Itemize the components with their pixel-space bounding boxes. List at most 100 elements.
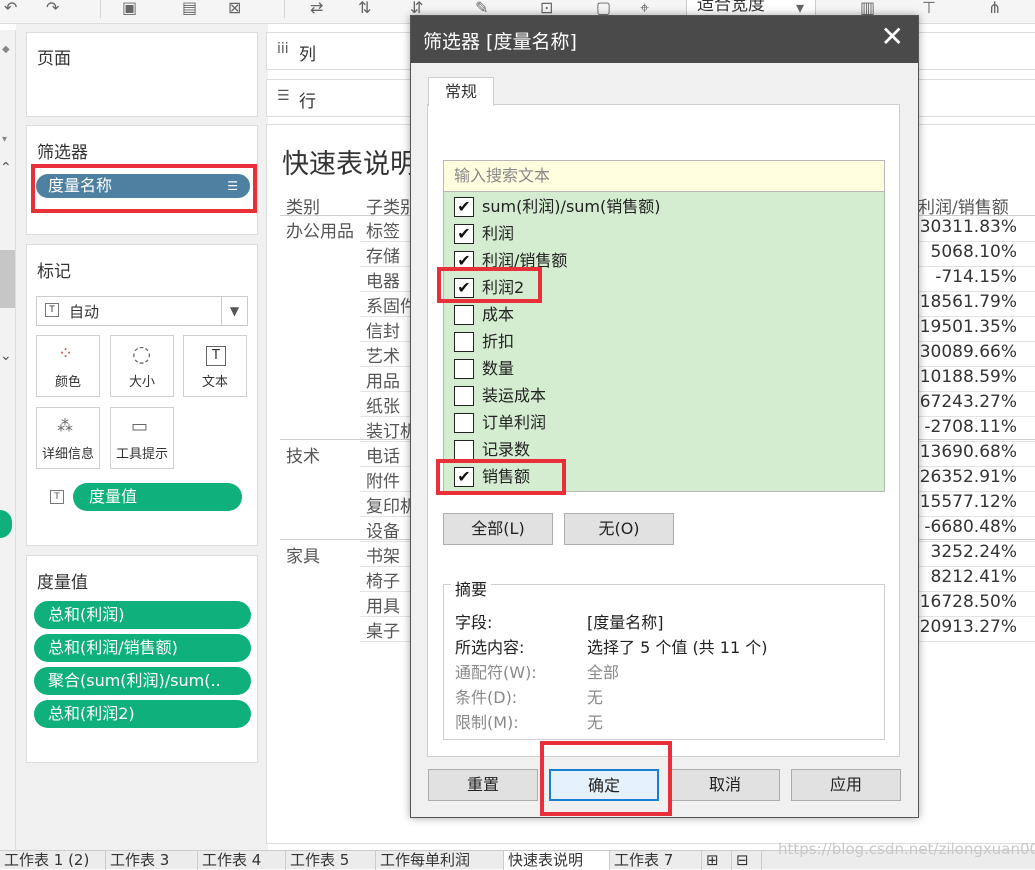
- new-dashboard-icon[interactable]: ⊟: [732, 851, 762, 870]
- redo-icon[interactable]: ↷: [46, 0, 59, 22]
- subcategory-cell: 桌子: [366, 622, 400, 642]
- highlight-box-sales: [436, 459, 566, 495]
- checkbox[interactable]: [454, 332, 474, 352]
- filter-item-label: 折扣: [482, 332, 515, 351]
- filter-value-list: ✔ sum(利润)/sum(销售额) ✔ 利润 ✔ 利润/销售额 ✔ 利润2 成本 折扣 数量 装运成…: [443, 192, 885, 492]
- search-placeholder: 输入搜索文本: [454, 166, 551, 185]
- subcategory-cell: 电器: [366, 272, 400, 292]
- measure-pill[interactable]: 总和(利润): [34, 601, 251, 629]
- tab-sheet[interactable]: 工作表 5: [286, 851, 376, 870]
- presentation-icon[interactable]: ⊤: [922, 0, 936, 22]
- mark-type-select[interactable]: T 自动 ▼: [36, 296, 248, 326]
- measure-pill-label: 总和(利润/销售额): [48, 638, 178, 657]
- checkbox[interactable]: [454, 386, 474, 406]
- checkbox[interactable]: [454, 413, 474, 433]
- duplicate-icon[interactable]: ▤: [182, 0, 197, 22]
- reset-button[interactable]: 重置: [428, 769, 538, 801]
- measure-pill-label: 总和(利润): [48, 605, 125, 624]
- measure-value-cell: 19501.35%: [919, 317, 1017, 337]
- measure-value-cell: 67243.27%: [919, 392, 1017, 412]
- tab-sheet[interactable]: 工作表 1 (2): [0, 851, 106, 870]
- subcategory-cell: 用具: [366, 597, 400, 617]
- rows-icon: ☰: [277, 88, 290, 104]
- tooltip-icon: ▭: [131, 416, 149, 437]
- category-cell: 家具: [286, 547, 320, 567]
- measure-value-cell: 20913.27%: [919, 617, 1017, 637]
- chevron-down-icon[interactable]: ▼: [221, 297, 247, 325]
- summary-limit-row: 限制(M): 无: [455, 713, 604, 732]
- subcategory-cell: 电话: [366, 447, 400, 467]
- color-button[interactable]: ⁘ 颜色: [36, 335, 100, 397]
- filter-item-label: 数量: [482, 359, 515, 378]
- summary-wildcard-row: 通配符(W): 全部: [455, 663, 620, 682]
- chevron-down-icon[interactable]: ⌄: [0, 348, 12, 364]
- subcategory-cell: 艺术: [366, 347, 400, 367]
- dialog-titlebar[interactable]: 筛选器 [度量名称] ✕: [411, 16, 918, 63]
- text-mark-icon: T: [45, 303, 59, 317]
- apply-button[interactable]: 应用: [791, 769, 901, 801]
- tab-sheet[interactable]: 工作表 4: [198, 851, 286, 870]
- detail-button[interactable]: ⁂ 详细信息: [36, 407, 100, 469]
- columns-label: 列: [299, 45, 316, 65]
- measure-value-cell: 13690.68%: [919, 442, 1017, 462]
- chevron-up-icon[interactable]: ⌃: [0, 160, 12, 176]
- measure-pill[interactable]: 总和(利润2): [34, 700, 251, 728]
- chevron-down-icon[interactable]: ▾: [2, 134, 7, 145]
- tab-sheet[interactable]: 工作每单利润: [376, 851, 504, 870]
- fit-width-label: 适合宽度: [697, 0, 765, 15]
- cancel-button[interactable]: 取消: [670, 769, 780, 801]
- select-all-button[interactable]: 全部(L): [443, 513, 553, 545]
- checkbox[interactable]: ✔: [454, 197, 474, 217]
- measure-value-cell: -714.15%: [935, 267, 1017, 287]
- collapse-icon[interactable]: ◆: [2, 44, 10, 55]
- measure-value-cell: 30089.66%: [919, 342, 1017, 362]
- tab-sheet-active[interactable]: 快速表说明: [504, 851, 610, 870]
- highlight-box-filter: [31, 164, 257, 213]
- filters-title: 筛选器: [37, 143, 88, 163]
- detail-label: 详细信息: [41, 447, 94, 462]
- subcategory-cell: 存储: [366, 247, 400, 267]
- tooltip-button[interactable]: ▭ 工具提示: [110, 407, 174, 469]
- filter-item-label: 装运成本: [482, 386, 547, 405]
- summary-selected-row: 所选内容: 选择了 5 个值 (共 11 个): [455, 638, 768, 657]
- sort-ascending-icon[interactable]: ⇅: [358, 0, 371, 22]
- dialog-title: 筛选器 [度量名称]: [423, 31, 577, 53]
- swap-icon[interactable]: ⇄: [310, 0, 323, 22]
- tab-sheet[interactable]: 工作表 3: [106, 851, 198, 870]
- clear-sheet-icon[interactable]: ⊠: [228, 0, 241, 22]
- subcategory-cell: 纸张: [366, 397, 400, 417]
- select-none-button[interactable]: 无(O): [564, 513, 674, 545]
- checkbox[interactable]: [454, 305, 474, 325]
- category-cell: 技术: [286, 447, 320, 467]
- measure-pill[interactable]: 总和(利润/销售额): [34, 634, 251, 662]
- filter-item-label: 利润: [482, 224, 515, 243]
- measure-value-cell: -6680.48%: [924, 517, 1017, 537]
- filter-item-label: 订单利润: [482, 413, 547, 432]
- text-button[interactable]: T 文本: [183, 335, 247, 397]
- marks-pill-measure-values[interactable]: 度量值: [73, 483, 242, 511]
- tab-general[interactable]: 常规: [428, 77, 494, 106]
- filter-item-label: 记录数: [482, 440, 531, 459]
- subcategory-cell: 用品: [366, 372, 400, 392]
- summary-condition-row: 条件(D): 无: [455, 688, 604, 707]
- checkbox[interactable]: ✔: [454, 224, 474, 244]
- share-icon[interactable]: ⋔: [988, 0, 1001, 22]
- checkbox[interactable]: [454, 359, 474, 379]
- new-worksheet-icon[interactable]: ⊞: [702, 851, 732, 870]
- category-cell: 办公用品: [286, 222, 354, 242]
- scrollbar-thumb[interactable]: [0, 250, 15, 308]
- undo-icon[interactable]: ↶: [4, 0, 17, 22]
- checkbox[interactable]: [454, 440, 474, 460]
- measure-value-cell: 16728.50%: [919, 592, 1017, 612]
- tab-sheet[interactable]: 工作表 7: [610, 851, 702, 870]
- new-sheet-icon[interactable]: ▣: [122, 0, 137, 22]
- close-icon[interactable]: ✕: [881, 22, 904, 52]
- detail-icon: ⁂: [57, 416, 73, 435]
- search-input[interactable]: 输入搜索文本: [443, 160, 885, 192]
- filter-item-label: sum(利润)/sum(销售额): [482, 197, 661, 216]
- measure-pill[interactable]: 聚合(sum(利润)/sum(..: [34, 667, 251, 695]
- filter-dialog: 筛选器 [度量名称] ✕ 常规 输入搜索文本 ✔ sum(利润)/sum(销售额)…: [410, 15, 919, 818]
- filter-item-label: 成本: [482, 305, 515, 324]
- size-button[interactable]: ◌ 大小: [110, 335, 174, 397]
- measure-value-cell: -2708.11%: [924, 417, 1017, 437]
